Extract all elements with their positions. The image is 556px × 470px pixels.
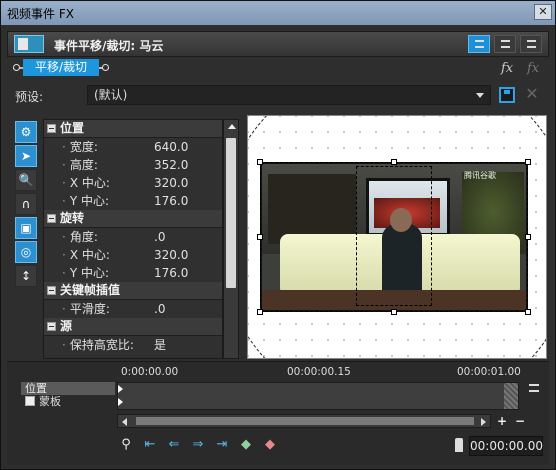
zoom-in-button[interactable]: +: [497, 414, 507, 428]
cursor-pin-icon: [455, 438, 463, 452]
view-toggle-group: [468, 35, 542, 53]
preset-value: (默认): [94, 88, 128, 102]
fx-add-icon[interactable]: fx: [501, 61, 521, 77]
magnet-icon[interactable]: ∩: [15, 193, 37, 215]
preset-label: 预设:: [15, 90, 44, 104]
track-position[interactable]: 位置: [21, 382, 115, 395]
list-view-button[interactable]: [468, 35, 490, 53]
video-event-fx-window: 视频事件 FX ✕ 事件平移/裁切: 马云 平移/裁切 fx fx 预设: (默…: [0, 0, 556, 470]
settings-icon[interactable]: ⚙: [15, 121, 37, 143]
first-keyframe-icon[interactable]: ⇤: [141, 436, 159, 454]
scroll-left-icon[interactable]: [122, 418, 127, 426]
property-row: 角度:.0: [44, 228, 222, 246]
scroll-right-icon[interactable]: [481, 418, 486, 426]
section-keyframe-interpolation[interactable]: 关键帧插值: [44, 282, 222, 300]
keyframe-timeline: 0:00:00.00 00:00:00.15 00:00:01.00 位置 蒙板…: [7, 361, 549, 465]
next-keyframe-icon[interactable]: ⇒: [189, 436, 207, 454]
property-list: 位置 宽度:640.0 高度:352.0 X 中心:320.0 Y 中心:176…: [43, 119, 223, 359]
grid-view-button[interactable]: [494, 35, 516, 53]
section-position[interactable]: 位置: [44, 120, 222, 138]
timecode-display[interactable]: 00:00:00.00: [469, 436, 543, 456]
save-icon[interactable]: [499, 87, 515, 103]
keyframe-toolbar: ⚲ ⇤ ⇐ ⇒ ⇥ ◆ ◆: [117, 436, 279, 456]
crop-handle[interactable]: [257, 309, 263, 315]
table-view-button[interactable]: [520, 35, 542, 53]
plugin-chain-icon[interactable]: [14, 35, 44, 53]
zoom-out-button[interactable]: −: [515, 414, 525, 428]
property-row: 高度:352.0: [44, 156, 222, 174]
property-row: Y 中心:176.0: [44, 264, 222, 282]
crop-handle[interactable]: [525, 309, 531, 315]
section-rotation[interactable]: 旋转: [44, 210, 222, 228]
focus-frame[interactable]: [356, 166, 432, 306]
tool-palette: ⚙ ➤ 🔍 ∩ ▣ ◎ ↕: [15, 121, 39, 353]
crop-handle[interactable]: [525, 234, 531, 240]
crop-handle[interactable]: [257, 234, 263, 240]
track-mask[interactable]: 蒙板: [21, 395, 115, 408]
property-row: Y 中心:176.0: [44, 192, 222, 210]
timeline-scrollbar[interactable]: [117, 414, 491, 428]
delete-icon[interactable]: ✕: [523, 85, 541, 103]
plugin-chain-item[interactable]: 平移/裁切: [23, 59, 99, 76]
title-bar[interactable]: 视频事件 FX ✕: [1, 1, 555, 25]
scroll-up-icon[interactable]: [228, 124, 236, 129]
crop-handle[interactable]: [257, 159, 263, 165]
delete-keyframe-icon[interactable]: ◆: [261, 436, 279, 454]
section-source[interactable]: 源: [44, 318, 222, 336]
track-labels: 位置 蒙板: [21, 382, 115, 410]
prev-keyframe-icon[interactable]: ⇐: [165, 436, 183, 454]
pan-crop-workspace[interactable]: 腾讯谷歌: [247, 115, 547, 359]
pointer-icon[interactable]: ➤: [15, 145, 37, 167]
add-keyframe-icon[interactable]: ◆: [237, 436, 255, 454]
scroll-thumb[interactable]: [226, 138, 236, 288]
close-button[interactable]: ✕: [534, 4, 552, 20]
keyframe-marker[interactable]: [118, 385, 123, 393]
property-row: X 中心:320.0: [44, 174, 222, 192]
property-row: 宽度:640.0: [44, 138, 222, 156]
time-ruler[interactable]: 0:00:00.00 00:00:00.15 00:00:01.00: [117, 366, 521, 380]
scroll-thumb[interactable]: [136, 417, 474, 425]
center-icon[interactable]: ◎: [15, 241, 37, 263]
property-row: 保持高宽比:是: [44, 336, 222, 354]
crop-handle[interactable]: [391, 309, 397, 315]
last-keyframe-icon[interactable]: ⇥: [213, 436, 231, 454]
chevron-down-icon: [476, 93, 484, 98]
property-scrollbar[interactable]: [223, 119, 239, 359]
crop-handle[interactable]: [391, 159, 397, 165]
fx-remove-icon[interactable]: fx: [527, 61, 547, 77]
plugin-title: 事件平移/裁切: 马云: [54, 39, 164, 53]
sync-cursor-icon[interactable]: ⚲: [117, 436, 135, 454]
keyframe-marker[interactable]: [118, 398, 123, 406]
move-vertical-icon[interactable]: ↕: [15, 265, 37, 287]
aspect-icon[interactable]: ▣: [15, 217, 37, 239]
plugin-chain: 平移/裁切: [13, 59, 109, 77]
keyframe-track[interactable]: [117, 382, 519, 410]
menu-icon[interactable]: [529, 384, 539, 392]
mask-checkbox[interactable]: [25, 396, 35, 406]
preset-dropdown[interactable]: (默认): [87, 85, 491, 105]
property-row: 平滑度:.0: [44, 300, 222, 318]
crop-handle[interactable]: [525, 159, 531, 165]
plugin-header: 事件平移/裁切: 马云: [7, 31, 549, 57]
zoom-icon[interactable]: 🔍: [15, 169, 37, 191]
property-row: X 中心:320.0: [44, 246, 222, 264]
window-title: 视频事件 FX: [7, 7, 74, 21]
